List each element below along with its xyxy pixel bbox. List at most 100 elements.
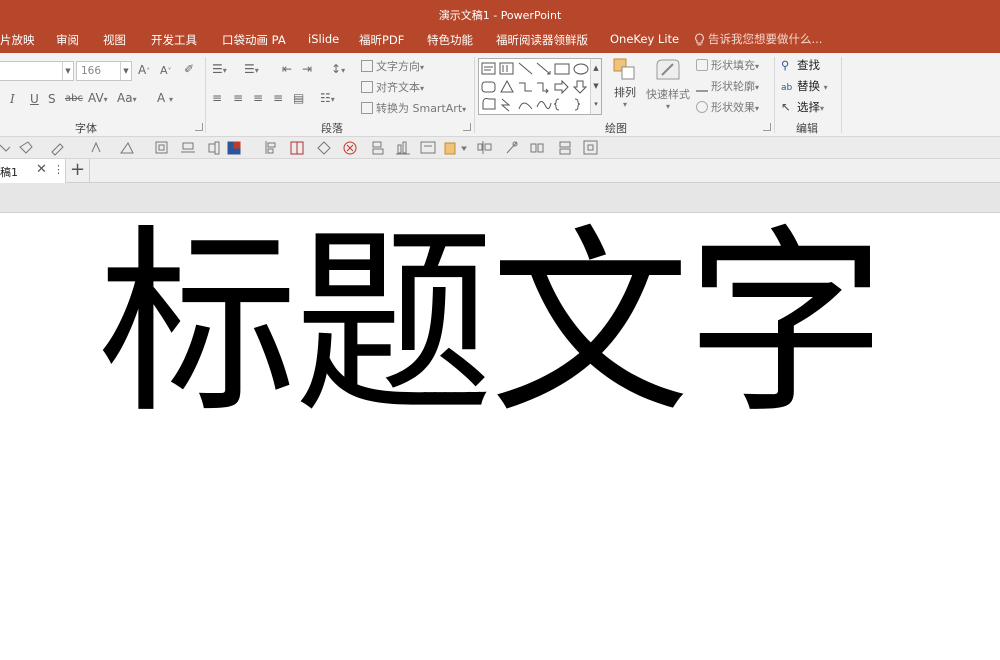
shape-fill-button[interactable]: 形状填充▾ bbox=[696, 57, 759, 73]
strikethrough-button[interactable]: abc bbox=[65, 93, 83, 104]
clear-format-icon[interactable]: ✐ bbox=[184, 62, 194, 76]
ribbon: ▼ 166 ▼ A˄ A˅ ✐ I U S abc AV▾ Aa▾ A ▾ 字体 … bbox=[0, 53, 1000, 137]
arrange-icon bbox=[613, 58, 635, 80]
tab-foxit-pdf[interactable]: 福昕PDF bbox=[359, 32, 404, 48]
arrange-label: 排列 bbox=[614, 86, 636, 99]
drawing-group-label: 绘图 bbox=[605, 122, 627, 135]
text-direction-button[interactable]: 文字方向▾ bbox=[361, 58, 424, 74]
align-text-button[interactable]: 对齐文本▾ bbox=[361, 79, 424, 95]
increase-indent-button[interactable]: ⇥ bbox=[302, 62, 312, 76]
align-left-button[interactable]: ≡ bbox=[212, 91, 222, 105]
document-tab[interactable]: 稿1 ✕ ⋮ bbox=[0, 159, 66, 183]
shapes-gallery[interactable] bbox=[478, 58, 602, 115]
columns-button[interactable]: ☷▾ bbox=[320, 91, 335, 105]
pen-icon bbox=[696, 80, 708, 92]
font-dialog-launcher[interactable] bbox=[195, 123, 203, 131]
document-tab-label: 稿1 bbox=[0, 166, 18, 179]
tab-foxit-reader[interactable]: 福昕阅读器领鲜版 bbox=[496, 32, 588, 48]
more-options-icon[interactable]: ⋮ bbox=[53, 163, 64, 176]
tab-review[interactable]: 审阅 bbox=[56, 32, 79, 48]
replace-label: 替换 bbox=[797, 79, 820, 93]
tell-me-box[interactable]: 告诉我您想要做什么... bbox=[694, 31, 822, 47]
cursor-icon: ↖ bbox=[781, 100, 791, 114]
underline-button[interactable]: U bbox=[30, 92, 39, 106]
replace-button[interactable]: ab 替换 ▾ bbox=[781, 78, 828, 94]
editing-group-label: 编辑 bbox=[796, 122, 818, 135]
align-right-button[interactable]: ≡ bbox=[253, 91, 263, 105]
font-name-combo[interactable]: ▼ bbox=[0, 61, 74, 81]
font-color-label: A bbox=[157, 91, 166, 105]
tell-me-text: 告诉我您想要做什么... bbox=[708, 32, 823, 46]
chevron-down-icon: ▾ bbox=[622, 100, 627, 109]
toolbar-icons bbox=[0, 140, 598, 156]
chevron-down-icon[interactable]: ▼ bbox=[591, 77, 601, 95]
decrease-font-button[interactable]: A˅ bbox=[160, 64, 172, 77]
smartart-label: 转换为 SmartArt bbox=[376, 102, 463, 115]
char-spacing-button[interactable]: AV▾ bbox=[88, 91, 108, 105]
shadow-button[interactable]: S bbox=[48, 92, 56, 106]
slide-title-text[interactable]: 标题文字 bbox=[98, 225, 886, 425]
search-icon: ⚲ bbox=[781, 58, 790, 72]
quick-styles-icon bbox=[656, 59, 680, 80]
close-icon[interactable]: ✕ bbox=[36, 162, 47, 177]
paragraph-group-label: 段落 bbox=[321, 122, 343, 135]
tab-islide[interactable]: iSlide bbox=[308, 32, 339, 46]
chevron-up-icon[interactable]: ▲ bbox=[591, 59, 601, 77]
document-tab-bar: 稿1 ✕ ⋮ + bbox=[0, 159, 1000, 183]
tab-pocket-animation[interactable]: 口袋动画 PA bbox=[222, 32, 286, 48]
numbering-button[interactable]: ☰▾ bbox=[244, 62, 259, 76]
align-text-label: 对齐文本 bbox=[376, 81, 420, 94]
decrease-indent-button[interactable]: ⇤ bbox=[282, 62, 292, 76]
quick-toolbar bbox=[0, 137, 1000, 159]
more-icon[interactable]: ▾ bbox=[591, 95, 601, 113]
font-size-combo[interactable]: 166 ▼ bbox=[76, 61, 132, 81]
smartart-button[interactable]: 转换为 SmartArt▾ bbox=[361, 100, 466, 116]
window-title: 演示文稿1 - PowerPoint bbox=[438, 9, 562, 22]
bullets-button[interactable]: ☰▾ bbox=[212, 62, 227, 76]
group-divider bbox=[841, 57, 842, 133]
shape-effects-button[interactable]: 形状效果▾ bbox=[696, 99, 759, 115]
quick-styles-label: 快速样式 bbox=[646, 88, 690, 101]
tab-onekey-lite[interactable]: OneKey Lite bbox=[610, 32, 679, 46]
change-case-label: Aa bbox=[117, 91, 133, 105]
lightbulb-icon bbox=[695, 33, 704, 46]
shape-outline-label: 形状轮廓 bbox=[711, 80, 755, 93]
shape-effects-icon bbox=[696, 101, 708, 113]
align-center-button[interactable]: ≡ bbox=[233, 91, 243, 105]
tab-slideshow[interactable]: 片放映 bbox=[0, 32, 35, 48]
shape-effects-label: 形状效果 bbox=[711, 101, 755, 114]
quick-styles-button[interactable]: 快速样式 ▾ bbox=[644, 57, 692, 111]
drawing-dialog-launcher[interactable] bbox=[763, 123, 771, 131]
shapes-gallery-scroll[interactable]: ▲ ▼ ▾ bbox=[590, 58, 602, 115]
increase-font-label: A bbox=[138, 63, 147, 77]
chevron-down-icon: ▾ bbox=[665, 102, 670, 111]
italic-button[interactable]: I bbox=[10, 92, 15, 106]
font-color-button[interactable]: A ▾ bbox=[157, 91, 173, 105]
font-group-label: 字体 bbox=[75, 122, 97, 135]
line-spacing-button[interactable]: ↕▾ bbox=[331, 62, 345, 76]
increase-font-button[interactable]: A˄ bbox=[138, 63, 150, 77]
change-case-button[interactable]: Aa▾ bbox=[117, 91, 137, 105]
ribbon-tab-bar: 片放映 审阅 视图 开发工具 口袋动画 PA iSlide 福昕PDF 特色功能… bbox=[0, 25, 1000, 53]
find-button[interactable]: ⚲ 查找 bbox=[781, 57, 820, 73]
char-spacing-label: AV bbox=[88, 91, 104, 105]
select-label: 选择 bbox=[797, 100, 820, 114]
justify-button[interactable]: ≡ bbox=[273, 91, 283, 105]
select-button[interactable]: ↖ 选择▾ bbox=[781, 99, 824, 115]
chevron-down-icon[interactable]: ▼ bbox=[120, 62, 131, 80]
add-tab-button[interactable]: + bbox=[66, 159, 90, 183]
title-bar: 演示文稿1 - PowerPoint bbox=[0, 0, 1000, 25]
shape-fill-label: 形状填充 bbox=[711, 59, 755, 72]
chevron-down-icon[interactable]: ▼ bbox=[62, 62, 73, 80]
decrease-font-label: A bbox=[160, 64, 168, 77]
font-size-value: 166 bbox=[81, 65, 102, 77]
tab-view[interactable]: 视图 bbox=[103, 32, 126, 48]
shapes-gallery-icons bbox=[481, 62, 589, 112]
shape-outline-button[interactable]: 形状轮廓▾ bbox=[696, 78, 759, 94]
paragraph-dialog-launcher[interactable] bbox=[463, 123, 471, 131]
distribute-button[interactable]: ▤ bbox=[293, 91, 304, 105]
arrange-button[interactable]: 排列 ▾ bbox=[610, 57, 640, 109]
tab-special-features[interactable]: 特色功能 bbox=[427, 32, 473, 48]
paint-bucket-icon bbox=[696, 59, 708, 71]
tab-developer[interactable]: 开发工具 bbox=[151, 32, 197, 48]
